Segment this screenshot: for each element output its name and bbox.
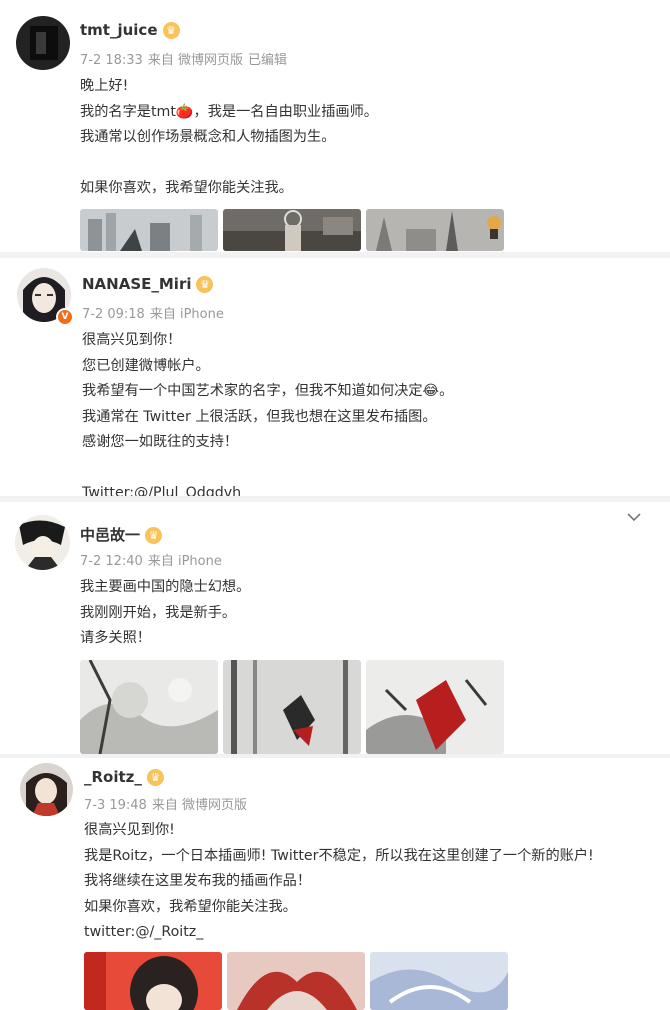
image-grid xyxy=(80,660,504,754)
crown-badge-icon: ♛ xyxy=(146,769,164,786)
thumbnail[interactable] xyxy=(227,952,365,1010)
post-body: 很高兴见到你! 我是Roitz，一个日本插画师! Twitter不稳定，所以我在… xyxy=(84,818,594,946)
avatar-image xyxy=(16,16,70,70)
edited-label: 已编辑 xyxy=(247,53,287,68)
twitter-handle: twitter:@/_Roitz_ xyxy=(84,924,204,940)
post-body: 很高兴见到你！ 您已创建微博帐户。 我希望有一个中国艺术家的名字，但我不知道如何… xyxy=(82,328,453,507)
body-line: 我刚刚开始，我是新手。 xyxy=(80,604,237,621)
body-line: 我是Roitz，一个日本插画师! Twitter不稳定，所以我在这里创建了一个新… xyxy=(84,847,594,864)
post-source: 来自 iPhone xyxy=(147,554,222,569)
post-date[interactable]: 7-2 18:33 xyxy=(80,53,143,68)
post-nanase-miri: V NANASE_Miri ♛ 7-2 09:18 来自 iPhone 很高兴见到你… xyxy=(0,258,670,502)
avatar-image xyxy=(20,763,73,816)
post-source: 来自 iPhone xyxy=(149,307,224,322)
body-line: 我将继续在这里发布我的插画作品！ xyxy=(84,873,312,889)
post-zhongyi: 中邑故一 ♛ 7-2 12:40 来自 iPhone 我主要画中国的隐士幻想。 我刚… xyxy=(0,502,670,754)
body-line: 我的名字是tmt🍅，我是一名自由职业插画师。 xyxy=(80,103,378,120)
body-line xyxy=(80,151,378,177)
crown-badge-icon: ♛ xyxy=(145,527,163,544)
body-line: 请多关照！ xyxy=(80,630,151,646)
thumbnail[interactable] xyxy=(223,660,361,754)
username-text[interactable]: tmt_juice xyxy=(80,21,158,39)
username[interactable]: 中邑故一 ♛ xyxy=(80,524,163,545)
post-body: 晚上好! 我的名字是tmt🍅，我是一名自由职业插画师。 我通常以创作场景概念和人… xyxy=(80,74,378,202)
post-date[interactable]: 7-2 09:18 xyxy=(82,307,145,322)
post-source: 来自 微博网页版 xyxy=(147,53,243,68)
body-line: 如果你喜欢，我希望你能关注我。 xyxy=(84,898,297,915)
body-line: 晚上好! xyxy=(80,78,129,94)
username[interactable]: NANASE_Miri ♛ xyxy=(82,275,214,293)
thumbnail[interactable] xyxy=(84,952,222,1010)
post-date[interactable]: 7-2 12:40 xyxy=(80,554,143,569)
post-roitz: _Roitz_ ♛ 7-3 19:48 来自 微博网页版 很高兴见到你! 我是Roi… xyxy=(0,754,670,1010)
body-line: 感谢您一如既往的支持！ xyxy=(82,434,239,450)
crown-badge-icon: ♛ xyxy=(196,276,214,293)
thumbnail[interactable] xyxy=(80,209,218,251)
post-source: 来自 微博网页版 xyxy=(151,798,247,813)
body-line: 我希望有一个中国艺术家的名字，但我不知道如何决定😂。 xyxy=(82,383,454,399)
chevron-down-icon[interactable] xyxy=(627,510,641,526)
username-text[interactable]: NANASE_Miri xyxy=(82,275,191,293)
thumbnail[interactable] xyxy=(366,660,504,754)
post-body: 我主要画中国的隐士幻想。 我刚刚开始，我是新手。 请多关照！ xyxy=(80,575,250,652)
body-line xyxy=(82,456,453,482)
body-line: 我主要画中国的隐士幻想。 xyxy=(80,579,251,595)
crown-badge-icon: ♛ xyxy=(162,22,180,39)
thumbnail[interactable] xyxy=(80,660,218,754)
body-line: 很高兴见到你! xyxy=(84,822,175,838)
avatar[interactable] xyxy=(15,515,70,570)
post-tmt-juice: tmt_juice ♛ 7-2 18:33 来自 微博网页版 已编辑 晚上好! 我的名… xyxy=(0,0,670,258)
post-meta: 7-2 09:18 来自 iPhone xyxy=(82,303,229,322)
image-grid xyxy=(84,952,508,1010)
thumbnail[interactable] xyxy=(366,209,504,251)
body-line: 如果你喜欢，我希望你能关注我。 xyxy=(80,180,293,196)
avatar[interactable] xyxy=(16,16,70,70)
username[interactable]: tmt_juice ♛ xyxy=(80,21,180,39)
thumbnail[interactable] xyxy=(370,952,508,1010)
post-meta: 7-2 12:40 来自 iPhone xyxy=(80,550,227,569)
body-line: 您已创建微博帐户。 xyxy=(82,357,210,374)
body-line: 很高兴见到你！ xyxy=(82,332,182,348)
body-line: 我通常以创作场景概念和人物插图为生。 xyxy=(80,129,336,145)
thumbnail[interactable] xyxy=(223,209,361,251)
username-text[interactable]: _Roitz_ xyxy=(84,768,142,786)
post-meta: 7-2 18:33 来自 微博网页版 已编辑 xyxy=(80,49,292,68)
body-line: 我通常在 Twitter 上很活跃，但我也想在这里发布插图。 xyxy=(82,408,437,425)
username[interactable]: _Roitz_ ♛ xyxy=(84,768,164,786)
avatar-image xyxy=(15,515,70,570)
username-text[interactable]: 中邑故一 xyxy=(80,526,140,544)
image-grid xyxy=(80,209,504,251)
post-meta: 7-3 19:48 来自 微博网页版 xyxy=(84,794,252,813)
post-date[interactable]: 7-3 19:48 xyxy=(84,798,147,813)
avatar[interactable] xyxy=(20,763,73,816)
verified-badge-icon: V xyxy=(56,308,74,326)
